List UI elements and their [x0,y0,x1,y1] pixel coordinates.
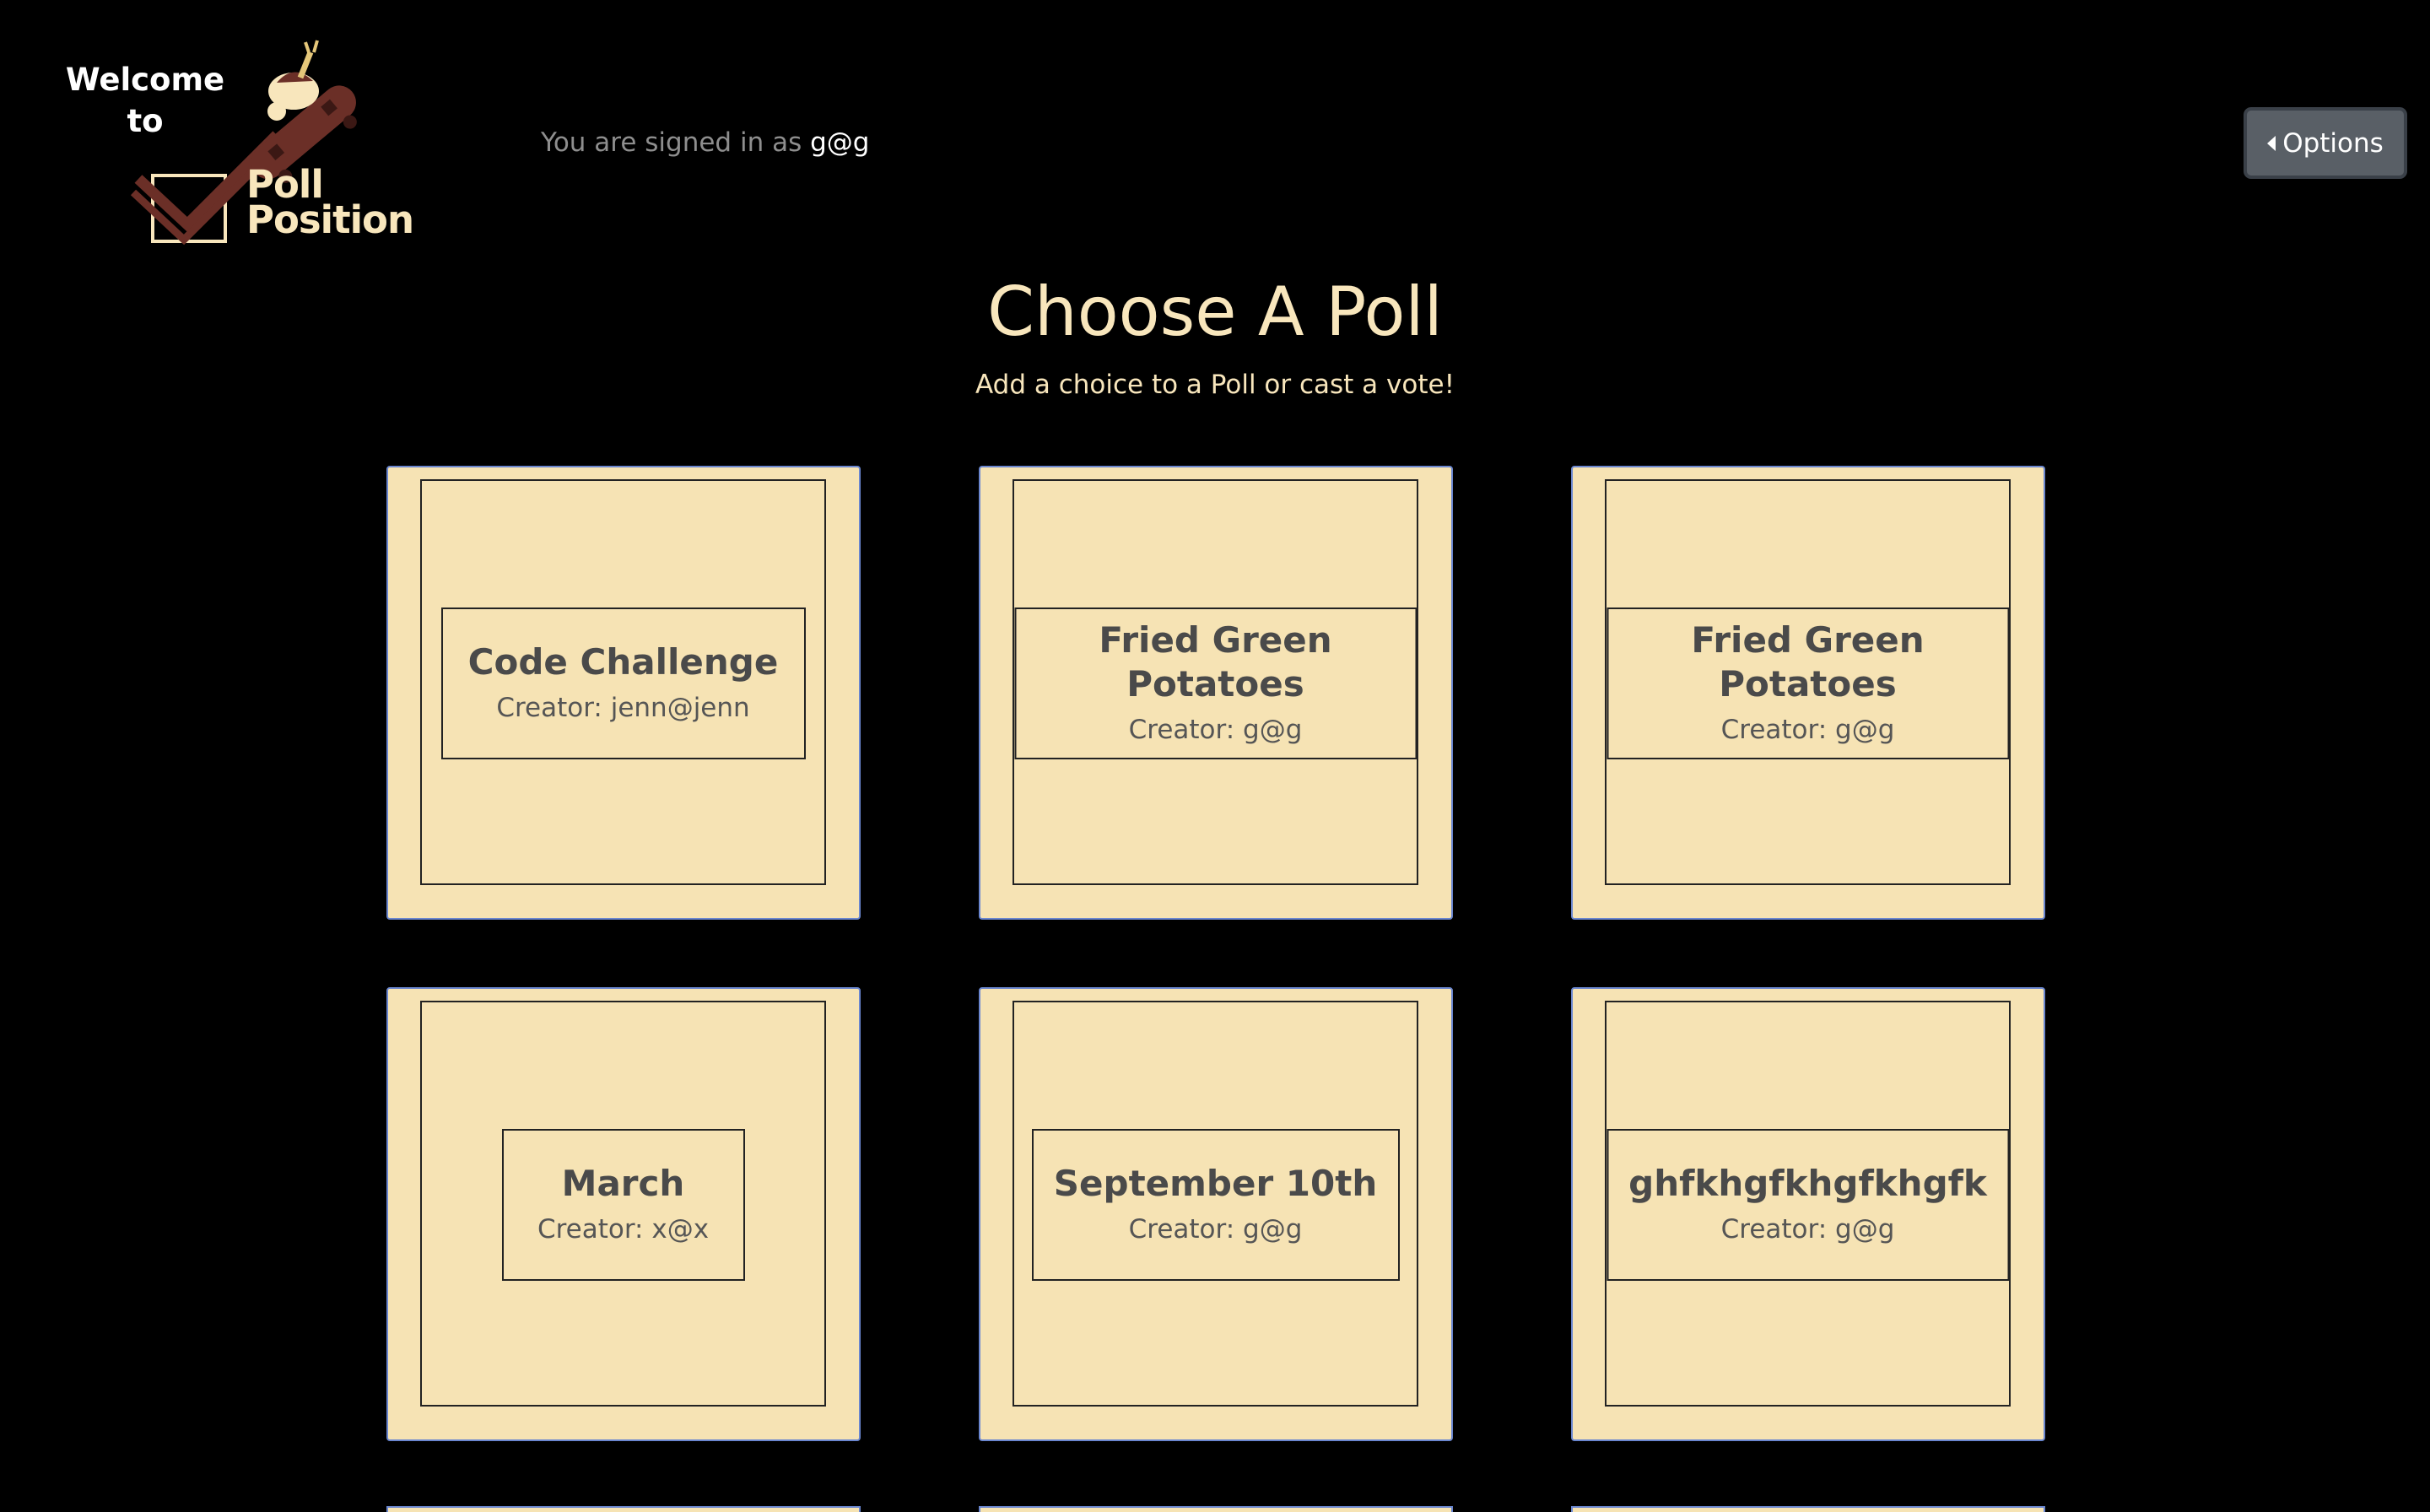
poll-creator-value: g@g [1835,1214,1895,1245]
poll-title: March [561,1163,685,1204]
page-title: Choose A Poll [987,273,1443,351]
poll-creator-value: jenn@jenn [610,693,750,723]
poll-creator: Creator: g@g [1721,711,1895,748]
poll-creator: Creator: g@g [1129,711,1303,748]
poll-card-frame: Fried Green Potatoes Creator: g@g [1605,479,2011,885]
poll-creator-label: Creator: [1720,715,1828,745]
poll-card-frame: March Creator: x@x [420,1001,826,1407]
poll-card-frame: September 10th Creator: g@g [1012,1001,1418,1407]
poll-title: Fried Green Potatoes [1691,619,1925,705]
poll-creator-label: Creator: [496,693,602,723]
caret-left-icon [2267,135,2276,151]
logo-app-name: Poll Position [246,162,414,242]
poll-creator-label: Creator: [1128,1214,1235,1245]
poll-creator: Creator: g@g [1129,1211,1303,1248]
poll-card[interactable]: September 10th Creator: g@g [979,987,1453,1441]
poll-card[interactable]: Fried Green Potatoes Creator: g@g [1571,466,2045,920]
poll-card[interactable]: March Creator: x@x [386,987,861,1441]
options-button-label: Options [2282,127,2384,159]
poll-label: Code Challenge Creator: jenn@jenn [440,608,806,759]
poll-card-partial[interactable] [1571,1506,2045,1512]
poll-card-frame: ghfkhgfkhgfkhgfk Creator: g@g [1605,1001,2011,1407]
poll-label: March Creator: x@x [501,1129,745,1281]
logo-welcome-text: Welcome to [65,62,225,139]
poll-creator-label: Creator: [1128,715,1235,745]
poll-title: ghfkhgfkhgfkhgfk [1628,1163,1987,1204]
signed-in-label: You are signed in as [541,127,802,158]
poll-title: Code Challenge [467,641,779,683]
poll-label: Fried Green Potatoes Creator: g@g [1014,608,1417,759]
poll-title: Fried Green Potatoes [1099,619,1332,705]
options-button[interactable]: Options [2244,107,2407,179]
poll-card[interactable]: ghfkhgfkhgfkhgfk Creator: g@g [1571,987,2045,1441]
poll-creator-value: g@g [1835,715,1895,745]
poll-creator-value: g@g [1243,715,1303,745]
signed-in-status: You are signed in as g@g [541,124,869,161]
poll-creator: Creator: jenn@jenn [496,689,749,726]
poll-creator-value: x@x [651,1214,710,1245]
signed-in-username: g@g [810,127,870,158]
poll-creator-label: Creator: [537,1214,644,1245]
poll-card[interactable]: Fried Green Potatoes Creator: g@g [979,466,1453,920]
poll-label: Fried Green Potatoes Creator: g@g [1606,608,2009,759]
poll-creator: Creator: x@x [537,1211,709,1248]
poll-label: September 10th Creator: g@g [1031,1129,1400,1281]
poll-creator-label: Creator: [1720,1214,1828,1245]
poll-creator: Creator: g@g [1721,1211,1895,1248]
page-subtitle: Add a choice to a Poll or cast a vote! [975,370,1455,400]
poll-card[interactable]: Code Challenge Creator: jenn@jenn [386,466,861,920]
poll-card-frame: Code Challenge Creator: jenn@jenn [420,479,826,885]
poll-creator-value: g@g [1243,1214,1303,1245]
poll-card-partial[interactable] [386,1506,861,1512]
poll-position-logo: Welcome to Poll Position [56,34,414,249]
poll-label: ghfkhgfkhgfkhgfk Creator: g@g [1606,1129,2009,1281]
poll-card-frame: Fried Green Potatoes Creator: g@g [1012,479,1418,885]
poll-title: September 10th [1053,1163,1378,1204]
poll-card-partial[interactable] [979,1506,1453,1512]
